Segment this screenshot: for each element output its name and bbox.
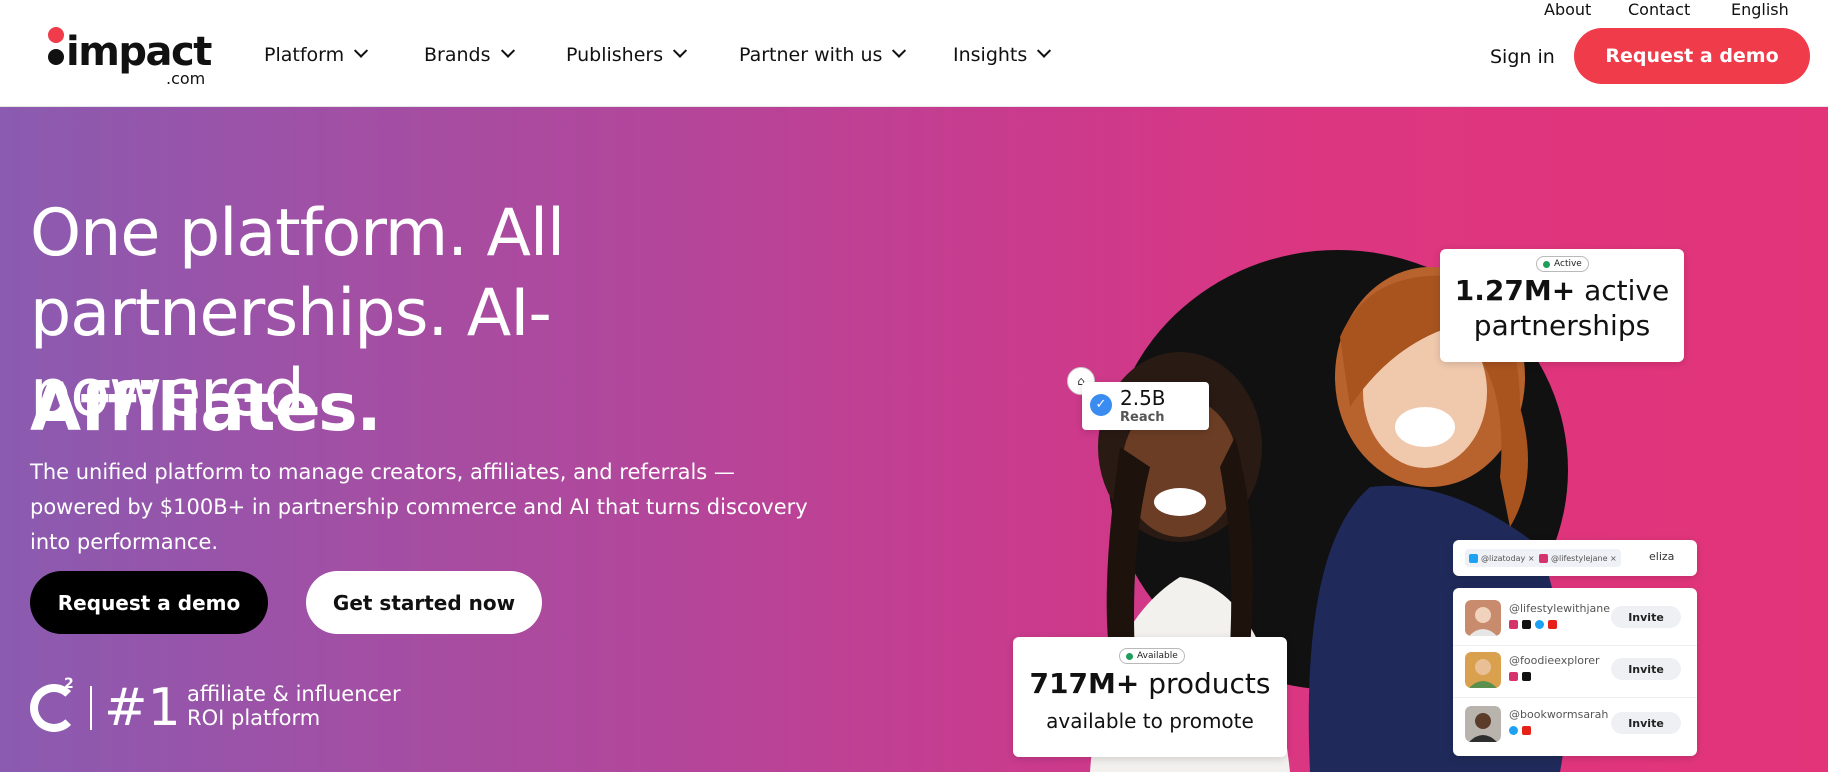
creator-search-bar: @lizatoday × @lifestylejane × eliza: [1453, 540, 1697, 576]
chevron-down-icon: [892, 43, 907, 58]
stat-value: 1.27M+: [1454, 274, 1576, 307]
chevron-down-icon: [1037, 43, 1052, 58]
hero-section: One platform. All partnerships. AI-power…: [0, 107, 1828, 772]
nav-item-label: Partner with us: [739, 44, 883, 66]
stat-value-row: 1.27M+ active: [1440, 273, 1684, 309]
logo-mark-icon: [46, 27, 66, 69]
g2-award: 2 #1 affiliate & influencer ROI platform: [30, 676, 450, 738]
award-text-line-2: ROI platform: [187, 706, 321, 730]
award-rank: #1: [104, 678, 181, 738]
chevron-down-icon: [354, 43, 369, 58]
search-tag-label: @lizatoday: [1481, 553, 1526, 563]
instagram-icon: [1539, 553, 1548, 563]
nav-item-label: Insights: [953, 44, 1028, 66]
nav-item-insights[interactable]: Insights: [953, 43, 1052, 66]
chevron-down-icon: [500, 43, 515, 58]
nav-item-label: Publishers: [566, 44, 664, 66]
search-query-text: eliza: [1649, 550, 1675, 563]
site-header: impact .com Platform Brands Publishers P…: [0, 0, 1828, 107]
creator-handle: @lifestylewithjane: [1509, 602, 1611, 615]
reach-value: 2.5B: [1120, 386, 1166, 410]
verified-check-icon: ✓: [1090, 394, 1112, 416]
reach-label: Reach: [1120, 410, 1165, 425]
nav-item-platform[interactable]: Platform: [264, 43, 369, 66]
nav-item-publishers[interactable]: Publishers: [566, 43, 688, 66]
award-text-line-1: affiliate & influencer: [187, 682, 401, 706]
hero-lead: The unified platform to manage creators,…: [30, 460, 808, 554]
search-tag: @lizatoday ×: [1465, 549, 1539, 567]
instagram-icon: [1509, 672, 1518, 681]
nav-item-brands[interactable]: Brands: [424, 43, 515, 66]
status-badge-active: Active: [1536, 256, 1589, 272]
sign-in-link[interactable]: Sign in: [1490, 46, 1555, 68]
creator-row: @bookwormsarah Invite: [1453, 700, 1697, 752]
twitter-icon: [1469, 553, 1478, 563]
creator-avatar: [1465, 652, 1501, 688]
stat-label: available to promote: [1046, 709, 1254, 733]
creator-social-icons: [1509, 620, 1557, 629]
creator-handle: @bookwormsarah: [1509, 708, 1609, 721]
stat-card-partnerships: Active 1.27M+ active partnerships: [1440, 249, 1684, 362]
divider: [90, 686, 92, 730]
status-badge-label: Available: [1137, 651, 1178, 661]
nav-item-label: Brands: [424, 44, 491, 66]
twitter-icon: [1509, 726, 1518, 735]
stat-value: 717M+: [1029, 667, 1140, 700]
search-tag: @lifestylejane ×: [1535, 549, 1621, 567]
chevron-down-icon: [673, 43, 688, 58]
creator-list-card: @lifestylewithjane Invite @foodieexplore…: [1453, 588, 1697, 756]
stat-label: partnerships: [1473, 309, 1651, 342]
creator-avatar: [1465, 600, 1501, 636]
logo-suffix: .com: [166, 69, 206, 88]
remove-tag-icon: ×: [1525, 553, 1535, 563]
tiktok-icon: [1522, 672, 1531, 681]
stat-value-row: 717M+ products: [1013, 667, 1287, 700]
instagram-icon: [1509, 620, 1518, 629]
stat-value-suffix: products: [1148, 667, 1271, 700]
g2-logo-superscript: 2: [64, 676, 74, 692]
about-link[interactable]: About: [1544, 0, 1591, 19]
stat-value-suffix: active: [1584, 274, 1670, 307]
hero-request-demo-button[interactable]: Request a demo: [30, 571, 268, 634]
hero-get-started-button[interactable]: Get started now: [306, 571, 542, 634]
creator-social-icons: [1509, 672, 1531, 681]
tiktok-icon: [1522, 620, 1531, 629]
request-demo-button[interactable]: Request a demo: [1574, 28, 1810, 84]
twitter-icon: [1535, 620, 1544, 629]
invite-button[interactable]: Invite: [1611, 712, 1681, 734]
search-tag-label: @lifestylejane: [1551, 553, 1608, 563]
youtube-icon: [1522, 726, 1531, 735]
hero-headline-rotating-word: Affiliates.: [30, 369, 382, 446]
status-badge-available: Available: [1119, 648, 1185, 664]
status-dot-icon: [1543, 260, 1550, 268]
invite-button[interactable]: Invite: [1611, 606, 1681, 628]
remove-tag-icon: ×: [1607, 553, 1617, 563]
creator-social-icons: [1509, 726, 1531, 735]
nav-item-label: Platform: [264, 44, 345, 66]
stat-card-reach: ✓ 2.5B Reach: [1082, 382, 1209, 430]
stat-card-products: Available 717M+ products available to pr…: [1013, 637, 1287, 757]
language-selector[interactable]: English: [1731, 0, 1789, 19]
creator-avatar: [1465, 706, 1501, 742]
status-dot-icon: [1126, 652, 1133, 660]
contact-link[interactable]: Contact: [1628, 0, 1690, 19]
creator-row: @lifestylewithjane Invite: [1453, 594, 1697, 646]
nav-item-partner-with-us[interactable]: Partner with us: [739, 43, 907, 66]
youtube-icon: [1548, 620, 1557, 629]
impact-logo[interactable]: impact .com: [46, 27, 216, 88]
creator-row: @foodieexplorer Invite: [1453, 646, 1697, 698]
creator-handle: @foodieexplorer: [1509, 654, 1600, 667]
status-badge-label: Active: [1554, 259, 1582, 269]
invite-button[interactable]: Invite: [1611, 658, 1681, 680]
